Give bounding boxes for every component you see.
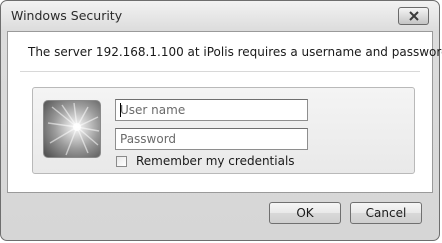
dialog-title: Windows Security — [11, 8, 123, 23]
remember-checkbox[interactable] — [116, 155, 127, 167]
remember-credentials-option[interactable]: Remember my credentials — [116, 154, 295, 168]
close-button[interactable] — [398, 7, 429, 25]
divider — [20, 71, 420, 72]
close-icon — [408, 11, 419, 21]
credential-tile: Remember my credentials — [32, 87, 415, 174]
user-tile-icon — [43, 100, 101, 158]
password-input[interactable] — [115, 128, 308, 150]
ok-button[interactable]: OK — [269, 202, 341, 224]
text-cursor — [120, 103, 121, 117]
dialog-content: The server 192.168.1.100 at iPolis requi… — [7, 31, 442, 193]
title-bar[interactable]: Windows Security — [1, 1, 439, 31]
cancel-button[interactable]: Cancel — [350, 202, 422, 224]
username-input[interactable] — [115, 99, 308, 121]
windows-security-dialog: Windows Security The server 192.168.1.10… — [0, 0, 442, 241]
auth-message: The server 192.168.1.100 at iPolis requi… — [28, 45, 442, 59]
remember-label: Remember my credentials — [136, 154, 295, 168]
